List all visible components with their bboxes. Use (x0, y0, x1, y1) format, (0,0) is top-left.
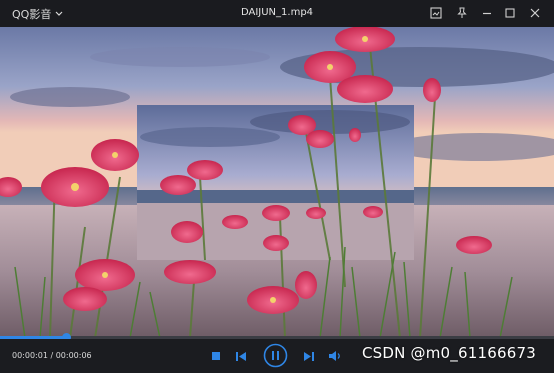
close-button[interactable] (527, 5, 543, 21)
time-separator: / (47, 351, 56, 360)
close-icon (530, 8, 540, 18)
file-title: DAIJUN_1.mp4 (240, 7, 314, 18)
watermark-text: CSDN @m0_61166673 (362, 344, 536, 362)
time-readout: 00:00:01 / 00:00:06 (12, 351, 92, 360)
next-button[interactable] (303, 350, 315, 362)
stop-icon (212, 352, 220, 360)
minimize-button[interactable] (479, 5, 495, 21)
previous-button[interactable] (235, 350, 247, 362)
next-icon (304, 351, 314, 361)
screenshot-icon (430, 7, 442, 19)
current-time: 00:00:01 (12, 351, 48, 360)
volume-icon (329, 351, 340, 361)
previous-icon (236, 351, 246, 361)
total-time: 00:00:06 (55, 351, 92, 360)
stop-button[interactable] (210, 350, 222, 362)
video-frame[interactable] (0, 27, 554, 338)
volume-button[interactable] (329, 350, 342, 362)
maximize-button[interactable] (502, 5, 518, 21)
pause-icon (263, 343, 288, 368)
pin-button[interactable] (454, 5, 470, 21)
minimize-icon (483, 12, 491, 15)
maximize-icon (505, 8, 515, 18)
pause-button[interactable] (263, 343, 288, 368)
title-bar: QQ影音 DAIJUN_1.mp4 (0, 0, 554, 27)
video-image (0, 27, 554, 338)
pin-icon (457, 7, 467, 18)
screenshot-button[interactable] (428, 5, 444, 21)
